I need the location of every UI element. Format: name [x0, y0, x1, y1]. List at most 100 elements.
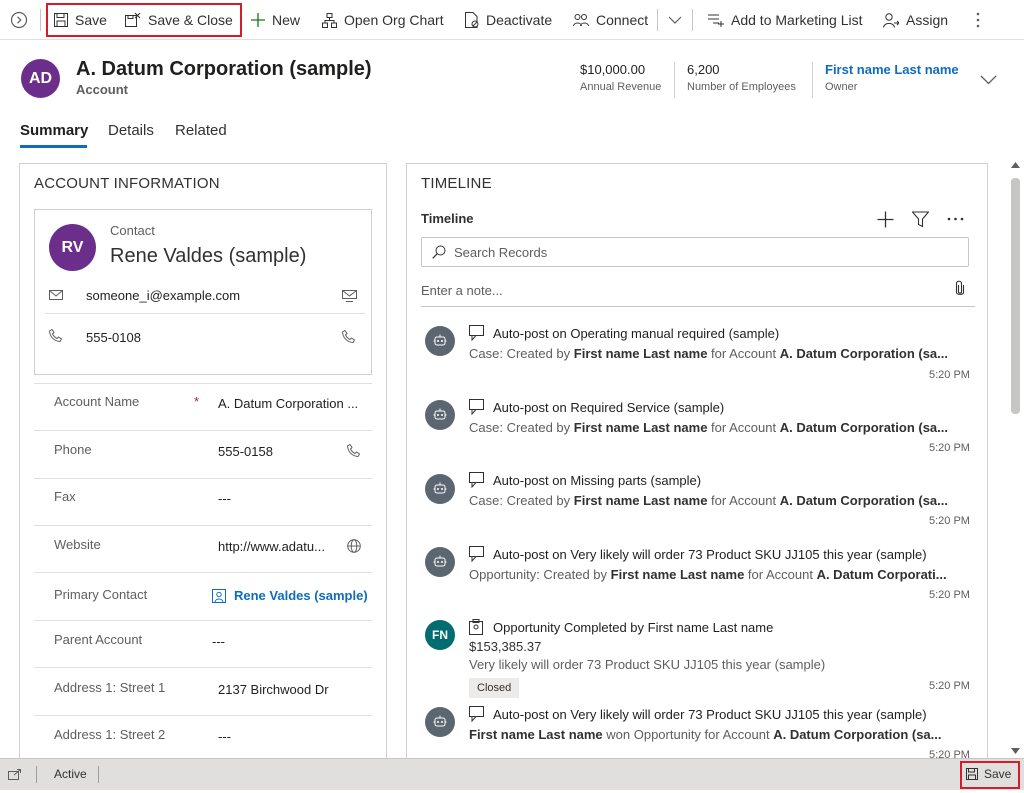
new-label: New [272, 12, 301, 28]
tab-summary-indicator [20, 145, 87, 148]
contact-avatar: RV [49, 224, 96, 271]
timeline-item-title[interactable]: Auto-post on Very likely will order 73 P… [493, 547, 927, 562]
status-save-label: Save [984, 767, 1012, 781]
popout-icon[interactable] [8, 769, 21, 780]
primary-contact-link[interactable]: Rene Valdes (sample) [234, 588, 368, 603]
assign-icon [883, 12, 899, 28]
contact-phone[interactable]: 555-0108 [86, 330, 141, 345]
record-status: Active [54, 767, 87, 781]
website-value[interactable]: http://www.adatu... [218, 539, 325, 554]
phone-value[interactable]: 555-0158 [218, 444, 273, 459]
scroll-up-icon[interactable] [1011, 162, 1020, 168]
account-form-page: Save Save & Close New Open Org Chart Dea… [0, 0, 1024, 793]
save-close-button[interactable]: Save & Close [125, 0, 233, 40]
deactivate-icon [465, 12, 479, 28]
contact-name[interactable]: Rene Valdes (sample) [110, 245, 306, 268]
open-org-chart-button[interactable]: Open Org Chart [322, 0, 444, 40]
more-commands-icon[interactable] [975, 11, 981, 29]
employees-field: 6,200 Number of Employees [687, 62, 796, 93]
note-input[interactable]: Enter a note... [421, 283, 503, 298]
add-activity-icon[interactable] [877, 211, 894, 228]
bot-icon [433, 334, 447, 346]
marketing-label: Add to Marketing List [731, 12, 863, 28]
timeline-item-description: Case: Created by First name Last name fo… [469, 420, 948, 435]
chevron-down-icon[interactable] [668, 15, 682, 25]
timeline-item-time: 5:20 PM [929, 589, 970, 601]
timeline-item-description: First name Last name won Opportunity for… [469, 727, 942, 742]
tab-details[interactable]: Details [108, 122, 154, 139]
header-expand-icon[interactable] [980, 75, 997, 85]
timeline-item-description: Opportunity: Created by First name Last … [469, 567, 947, 582]
account-avatar: AD [21, 59, 60, 98]
save-close-label: Save & Close [148, 12, 233, 28]
fax-value[interactable]: --- [218, 491, 231, 506]
assign-button[interactable]: Assign [883, 0, 948, 40]
save-button[interactable]: Save [54, 0, 107, 40]
note-divider [421, 306, 975, 307]
timeline-section-title: TIMELINE [421, 175, 492, 192]
send-email-icon[interactable] [342, 290, 357, 302]
owner-value[interactable]: First name Last name [825, 62, 959, 77]
call-icon[interactable] [342, 330, 355, 343]
tab-related[interactable]: Related [175, 122, 227, 139]
timeline-item-title[interactable]: Auto-post on Missing parts (sample) [493, 473, 701, 488]
search-icon [432, 245, 446, 259]
parent-account-value[interactable]: --- [212, 634, 225, 649]
website-label: Website [54, 537, 101, 552]
timeline-item-title[interactable]: Opportunity Completed by First name Last… [493, 620, 773, 635]
user-avatar: FN [425, 620, 455, 650]
tab-summary[interactable]: Summary [20, 122, 88, 139]
org-chart-label: Open Org Chart [344, 12, 444, 28]
timeline-item-title[interactable]: Auto-post on Operating manual required (… [493, 326, 779, 341]
expand-nav-icon[interactable] [9, 10, 29, 30]
post-icon [469, 546, 484, 562]
user-initials: FN [432, 628, 448, 642]
owner-field[interactable]: First name Last name Owner [825, 62, 959, 93]
account-initials: AD [28, 69, 53, 87]
new-button[interactable]: New [251, 0, 300, 40]
phone-label: Phone [54, 442, 92, 457]
more-options-icon[interactable] [947, 217, 964, 221]
contact-email[interactable]: someone_i@example.com [86, 288, 240, 303]
opportunity-icon [469, 619, 483, 635]
employees-label: Number of Employees [687, 81, 796, 93]
bot-icon [433, 408, 447, 420]
street-1-value[interactable]: 2137 Birchwood Dr [218, 682, 329, 697]
account-name-value[interactable]: A. Datum Corporation ... [218, 396, 358, 411]
add-to-marketing-list-button[interactable]: Add to Marketing List [708, 0, 863, 40]
primary-contact-label: Primary Contact [54, 587, 148, 602]
timeline-item-description: Case: Created by First name Last name fo… [469, 346, 948, 361]
timeline-item-title[interactable]: Auto-post on Required Service (sample) [493, 400, 724, 415]
timeline-item-time: 5:20 PM [929, 515, 970, 527]
deactivate-label: Deactivate [486, 12, 553, 28]
annual-revenue-value: $10,000.00 [580, 62, 646, 77]
fax-label: Fax [54, 489, 76, 504]
bot-avatar [425, 400, 455, 430]
timeline-item-title[interactable]: Auto-post on Very likely will order 73 P… [493, 707, 927, 722]
post-icon [469, 706, 484, 722]
search-input[interactable]: Search Records [454, 245, 547, 260]
connect-button[interactable]: Connect [573, 0, 648, 40]
connect-label: Connect [596, 12, 649, 28]
filter-icon[interactable] [912, 211, 929, 228]
scroll-down-icon[interactable] [1011, 748, 1020, 754]
street-2-value[interactable]: --- [218, 729, 231, 744]
timeline-item-time: 5:20 PM [929, 749, 970, 758]
record-entity: Account [76, 82, 128, 97]
attachment-icon[interactable] [955, 280, 965, 297]
bot-avatar [425, 707, 455, 737]
save-label: Save [75, 12, 107, 28]
opportunity-detail: Very likely will order 73 Product SKU JJ… [469, 657, 826, 672]
plus-icon [251, 13, 265, 27]
call-icon[interactable] [347, 444, 360, 457]
bot-icon [433, 555, 447, 567]
deactivate-button[interactable]: Deactivate [465, 0, 552, 40]
annual-revenue-field: $10,000.00 Annual Revenue [580, 62, 661, 93]
scrollbar-thumb[interactable] [1011, 178, 1020, 414]
status-save-button[interactable]: Save [966, 767, 1011, 781]
timeline-item-time: 5:20 PM [929, 369, 970, 381]
globe-icon[interactable] [347, 539, 361, 553]
contact-caption: Contact [110, 223, 155, 238]
bot-avatar [425, 547, 455, 577]
parent-account-label: Parent Account [54, 632, 143, 647]
